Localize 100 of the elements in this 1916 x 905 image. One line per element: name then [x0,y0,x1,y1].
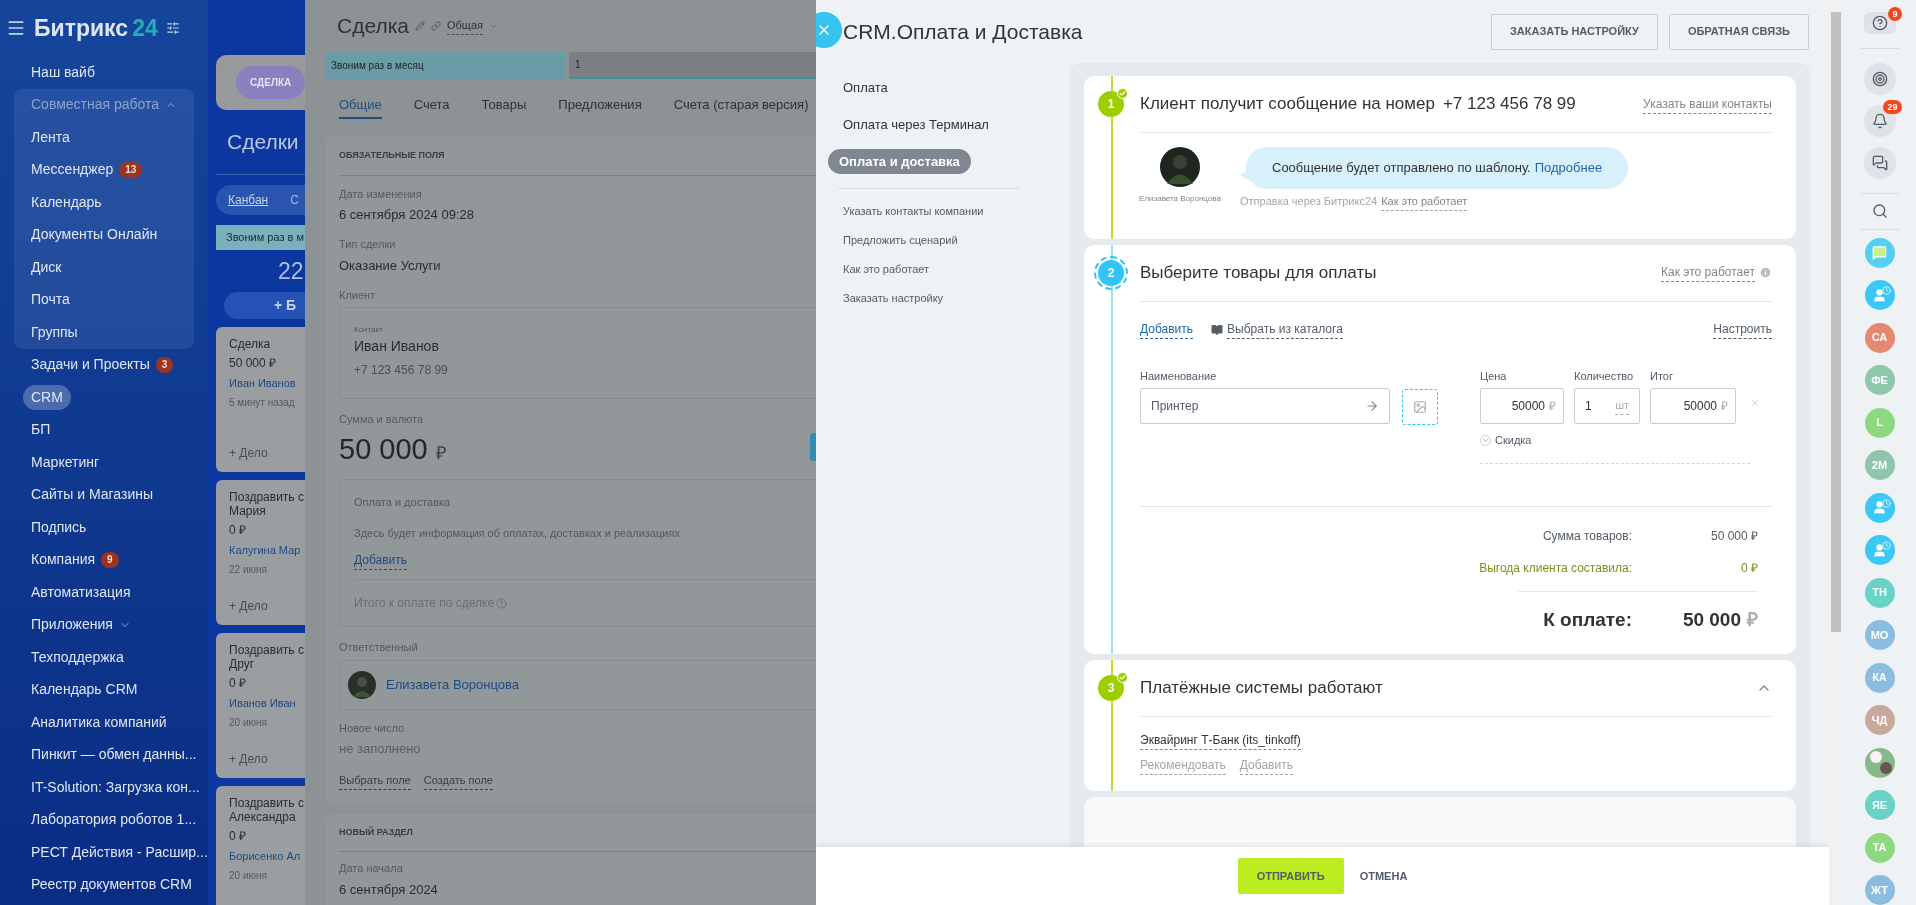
menu-item[interactable]: Оплата и доставка [828,148,971,175]
chat-icon[interactable] [1871,155,1888,172]
send-button[interactable]: ОТПРАВИТЬ [1237,858,1344,894]
contact-link[interactable]: Иванов Иван [229,695,305,712]
price-field[interactable]: 50000 ₽ [1480,388,1564,424]
category-dropdown[interactable]: Общая [447,17,483,35]
add-deal-button[interactable]: + Б [224,292,305,319]
user-clock-icon[interactable] [1864,492,1895,523]
remove-icon[interactable] [1750,397,1760,408]
user-clock-icon[interactable] [1864,280,1895,310]
nav-item[interactable]: Группы [31,321,78,343]
tab[interactable]: Счета [413,95,450,119]
bell-icon[interactable] [1871,113,1888,130]
entity-tag[interactable]: СДЕЛКА [236,66,305,99]
total-label: Выгода клиента составила: [1479,559,1632,577]
menu-link[interactable]: Заказать настройку [838,290,944,307]
total-field[interactable]: 50000 ₽ [1650,388,1736,424]
edit-tab[interactable] [810,433,816,461]
nav-item[interactable]: Приложения [31,614,113,636]
nav-item[interactable]: РЕСТ Действия - Расшир... [31,841,208,863]
nav-item[interactable]: Почта [31,289,70,311]
nav-item[interactable]: Аналитика компаний [31,711,167,733]
info-icon[interactable] [1759,266,1772,279]
nav-item[interactable]: Маркетинг [31,451,100,473]
contact-link[interactable]: Калугина Мар [229,542,305,559]
tab[interactable]: Товары [481,95,527,119]
nav-item[interactable]: Лента [31,126,70,148]
pencil-icon[interactable] [415,21,425,31]
field-label: Ответственный [339,640,419,655]
contact-link[interactable]: Борисенко Ал [229,848,305,865]
image-placeholder[interactable] [1402,388,1438,425]
nav-item[interactable]: CRM [23,384,71,410]
target-icon[interactable] [1871,71,1888,88]
settings-link[interactable]: Настроить [1713,320,1772,339]
nav-item[interactable]: Мессенджер [31,159,114,181]
header-button[interactable]: ЗАКАЗАТЬ НАСТРОЙКУ [1490,13,1658,50]
view-tab[interactable]: Канбан [228,191,269,209]
client-name[interactable]: Иван Иванов [354,336,816,357]
details-link[interactable]: Подробнее [1534,158,1603,178]
avatar-icon[interactable] [1864,747,1895,778]
nav-item[interactable]: Компания [31,549,96,571]
nav-item[interactable]: Техподдержка [31,646,124,668]
discount-link[interactable]: Скидка [1495,432,1532,449]
currency-sign: ₽ [1747,607,1758,632]
contacts-link[interactable]: Указать ваши контакты [1643,94,1772,114]
deal-date: 5 минут назад [229,395,296,410]
quantity-field[interactable]: 1 шт [1574,388,1640,424]
payment-system-link[interactable]: Эквайринг Т-Банк (its_tinkoff) [1140,731,1301,750]
search-icon[interactable] [1871,203,1888,220]
add-activity-link[interactable]: + Дело [229,750,305,768]
menu-icon[interactable] [6,18,26,38]
tab[interactable]: Общие [339,95,382,119]
add-link[interactable]: Добавить [354,551,408,570]
deal-card[interactable]: Поздравить с Мария 0 ₽ Калугина Мар 22 июня + Дело [216,480,305,625]
nav-item[interactable]: Календарь CRM [31,679,138,701]
nav-item[interactable]: Задачи и Проекты [31,354,150,376]
field-link[interactable]: Выбрать поле [339,772,411,790]
stage-step[interactable]: 1 [569,52,816,79]
menu-item[interactable]: Оплата [828,77,888,98]
close-button[interactable] [816,12,842,48]
deal-card[interactable]: Поздравить с Друг 0 ₽ Иванов Иван 20 июня + Дело [216,633,305,778]
nav-item[interactable]: БП [31,419,51,441]
field-link[interactable]: Создать поле [423,772,493,790]
help-icon[interactable] [1871,15,1888,32]
nav-item[interactable]: IT-Solution: Загрузка кон... [31,776,200,798]
tab[interactable]: Счета (старая версия) [673,95,809,119]
menu-link[interactable]: Указать контакты компании [838,203,984,220]
how-it-works-link[interactable]: Как это работает [1661,263,1755,282]
header-button[interactable]: ОБРАТНАЯ СВЯЗЬ [1668,13,1809,50]
nav-item[interactable]: Календарь [31,191,102,213]
catalog-link[interactable]: Выбрать из каталога [1227,320,1343,339]
deal-card[interactable]: Сделка 50 000 ₽ Иван Иванов 5 минут назад + Дело [216,327,305,472]
add-activity-link[interactable]: + Дело [229,444,305,462]
user-clock-icon[interactable] [1864,535,1895,565]
deal-card[interactable]: Поздравить с Александра 0 ₽ Борисенко Ал 20 июня [216,786,305,905]
cancel-button[interactable]: ОТМЕНА [1359,867,1408,885]
nav-item[interactable]: Подпись [31,516,87,538]
view-tab[interactable]: С [290,191,299,209]
add-activity-link[interactable]: + Дело [229,597,305,615]
contact-link[interactable]: Иван Иванов [229,375,305,392]
sliders-icon[interactable] [165,21,180,35]
menu-link[interactable]: Предложить сценарий [838,232,958,249]
responsible-name[interactable]: Елизавета Воронцова [386,674,519,695]
menu-item[interactable]: Оплата через Терминал [828,114,989,135]
nav-item[interactable]: Документы Онлайн [31,224,158,246]
nav-item[interactable]: Пинкит — обмен данны... [31,744,197,766]
product-name-field[interactable]: Принтер [1140,388,1390,424]
tab[interactable]: Предложения [558,95,642,119]
nav-item[interactable]: Сайты и Магазины [31,484,153,506]
link-icon[interactable] [431,21,441,31]
nav-item[interactable]: Диск [31,256,62,278]
nav-item[interactable]: Наш вайб [31,61,95,83]
add-link[interactable]: Добавить [1140,320,1194,339]
how-it-works-link[interactable]: Как это работает [1381,193,1468,211]
nav-item[interactable]: Лаборатория роботов 1... [31,809,197,831]
nav-item[interactable]: Автоматизация [31,581,131,603]
nav-item[interactable]: Совместная работа [31,94,160,116]
menu-link[interactable]: Как это работает [838,261,930,278]
stage-step[interactable]: Звоним раз в месяц [325,52,565,79]
nav-item[interactable]: Реестр документов CRM [31,874,192,896]
